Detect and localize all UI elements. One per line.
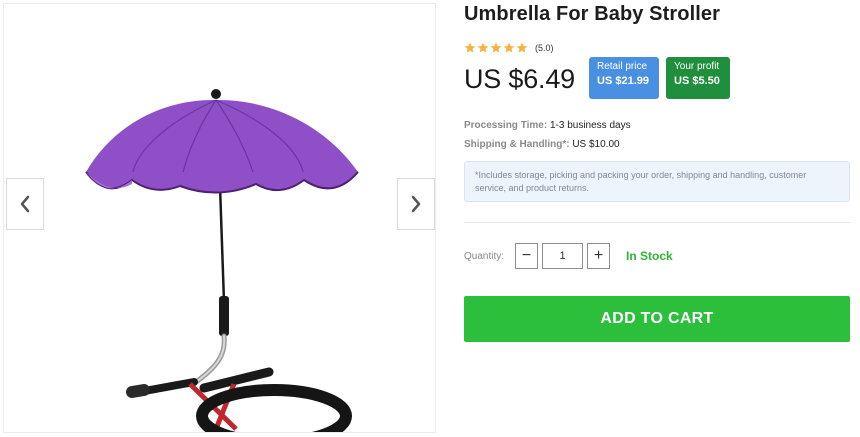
add-to-cart-button[interactable]: ADD TO CART	[464, 296, 850, 342]
chevron-left-icon	[20, 195, 30, 213]
quantity-increase-button[interactable]: +	[587, 243, 610, 269]
shipping-value: US $10.00	[572, 139, 620, 150]
star-icon	[490, 42, 502, 53]
star-icon	[516, 42, 528, 53]
rating-text: (5.0)	[535, 43, 554, 53]
profit-value: US $5.50	[674, 75, 720, 87]
quantity-decrease-button[interactable]: −	[515, 243, 538, 269]
product-rating: (5.0)	[464, 42, 554, 54]
shipping-note: *Includes storage, picking and packing y…	[464, 161, 850, 202]
retail-price-badge: Retail price US $21.99	[589, 57, 659, 99]
processing-time: Processing Time: 1-3 business days	[464, 120, 631, 131]
quantity-label: Quantity:	[464, 251, 505, 262]
product-price: US $6.49	[464, 64, 575, 94]
profit-label: Your profit	[674, 61, 720, 72]
gallery-prev-button[interactable]	[6, 178, 44, 230]
star-icon	[464, 42, 476, 53]
chevron-right-icon	[411, 195, 421, 213]
stock-status: In Stock	[626, 249, 673, 263]
processing-value: 1-3 business days	[549, 120, 631, 131]
retail-price-value: US $21.99	[597, 75, 649, 87]
product-image	[85, 89, 359, 432]
product-title: Umbrella For Baby Stroller	[464, 3, 720, 25]
divider	[464, 222, 850, 223]
shipping-label: Shipping & Handling*:	[464, 139, 570, 150]
shipping-handling: Shipping & Handling*: US $10.00	[464, 139, 620, 150]
star-icon	[503, 42, 515, 53]
processing-label: Processing Time:	[464, 120, 548, 131]
retail-price-label: Retail price	[597, 61, 648, 72]
quantity-input[interactable]	[542, 243, 583, 269]
product-gallery	[3, 3, 436, 433]
star-icon	[477, 42, 489, 53]
profit-badge: Your profit US $5.50	[666, 57, 730, 99]
gallery-next-button[interactable]	[397, 178, 435, 230]
